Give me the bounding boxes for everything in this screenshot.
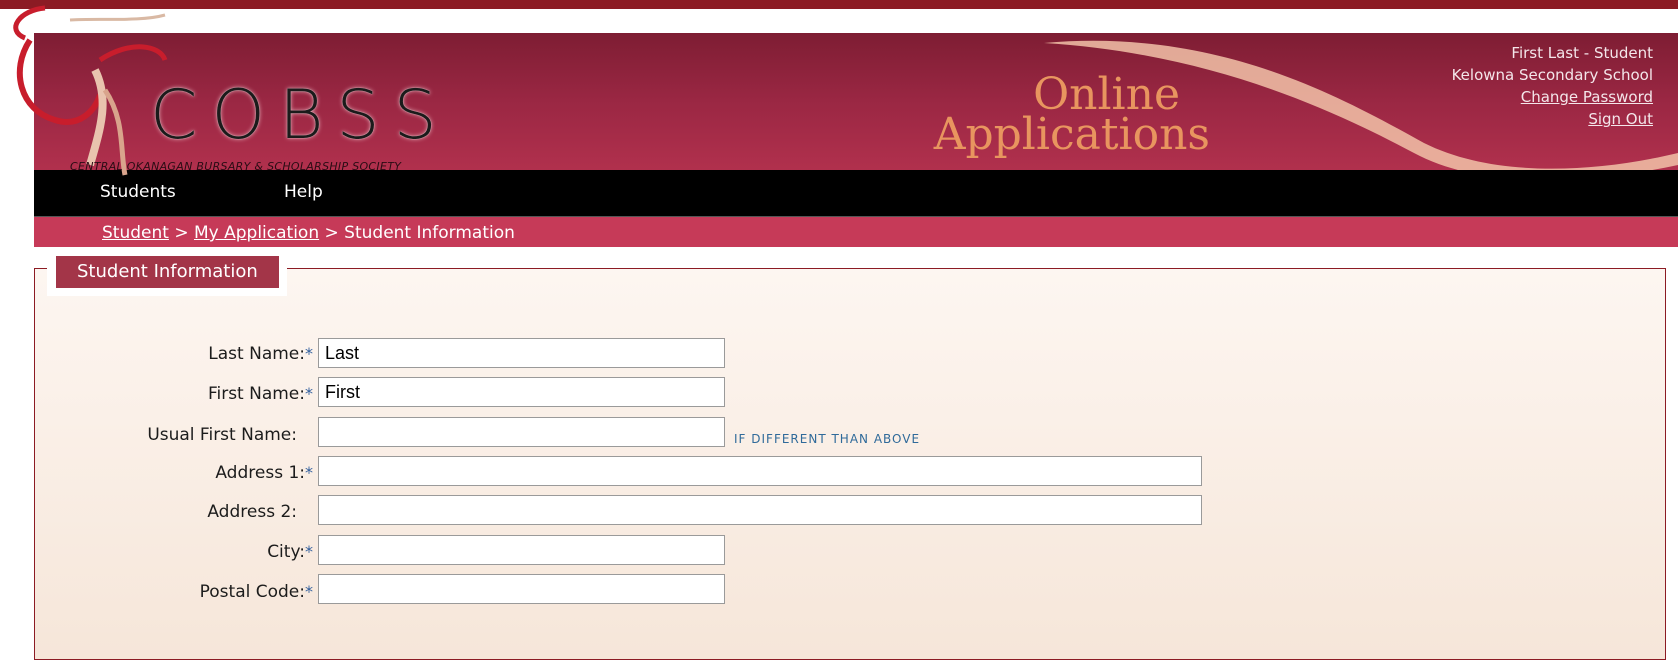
- breadcrumb-my-application-link[interactable]: My Application: [194, 223, 319, 243]
- breadcrumb: Student > My Application > Student Infor…: [34, 217, 1678, 247]
- usual-first-name-hint: IF DIFFERENT THAN ABOVE: [734, 432, 921, 446]
- first-name-field[interactable]: First: [318, 377, 725, 407]
- section-legend: Student Information: [55, 256, 279, 288]
- address-2-label: Address 2:: [207, 502, 297, 522]
- user-info: First Last - Student Kelowna Secondary S…: [1452, 42, 1653, 130]
- app-title-line2: Applications: [933, 109, 1210, 160]
- nav-item-help[interactable]: Help: [284, 182, 323, 202]
- required-marker: *: [305, 542, 313, 561]
- breadcrumb-separator: >: [168, 223, 194, 243]
- address-1-field[interactable]: [318, 456, 1202, 486]
- user-school: Kelowna Secondary School: [1451, 66, 1653, 84]
- required-marker: *: [305, 463, 313, 482]
- top-accent-bar: [0, 0, 1678, 9]
- logo-text: COBSS: [150, 76, 451, 155]
- usual-first-name-field[interactable]: [318, 417, 725, 447]
- city-label: City:*: [267, 542, 313, 562]
- usual-first-name-label: Usual First Name:: [147, 425, 297, 445]
- sign-out-link[interactable]: Sign Out: [1452, 108, 1653, 130]
- required-marker: *: [305, 582, 313, 601]
- main-nav: Students Help: [34, 170, 1678, 217]
- last-name-label: Last Name:*: [208, 344, 313, 364]
- breadcrumb-student-link[interactable]: Student: [102, 223, 169, 243]
- postal-code-field[interactable]: [318, 574, 725, 604]
- change-password-link[interactable]: Change Password: [1452, 86, 1653, 108]
- required-marker: *: [305, 344, 313, 363]
- breadcrumb-separator: >: [319, 223, 345, 243]
- required-marker: *: [305, 384, 313, 403]
- first-name-label: First Name:*: [207, 384, 313, 404]
- last-name-field[interactable]: Last: [318, 338, 725, 368]
- app-title: Online Applications: [920, 73, 1210, 160]
- address-1-label: Address 1:*: [215, 463, 313, 483]
- city-field[interactable]: [318, 535, 725, 565]
- address-2-field[interactable]: [318, 495, 1202, 525]
- logo-subtitle: CENTRAL OKANAGAN BURSARY & SCHOLARSHIP S…: [70, 160, 402, 173]
- postal-code-label: Postal Code:*: [199, 582, 313, 602]
- user-name: First Last - Student: [1511, 44, 1653, 62]
- breadcrumb-current: Student Information: [344, 223, 515, 243]
